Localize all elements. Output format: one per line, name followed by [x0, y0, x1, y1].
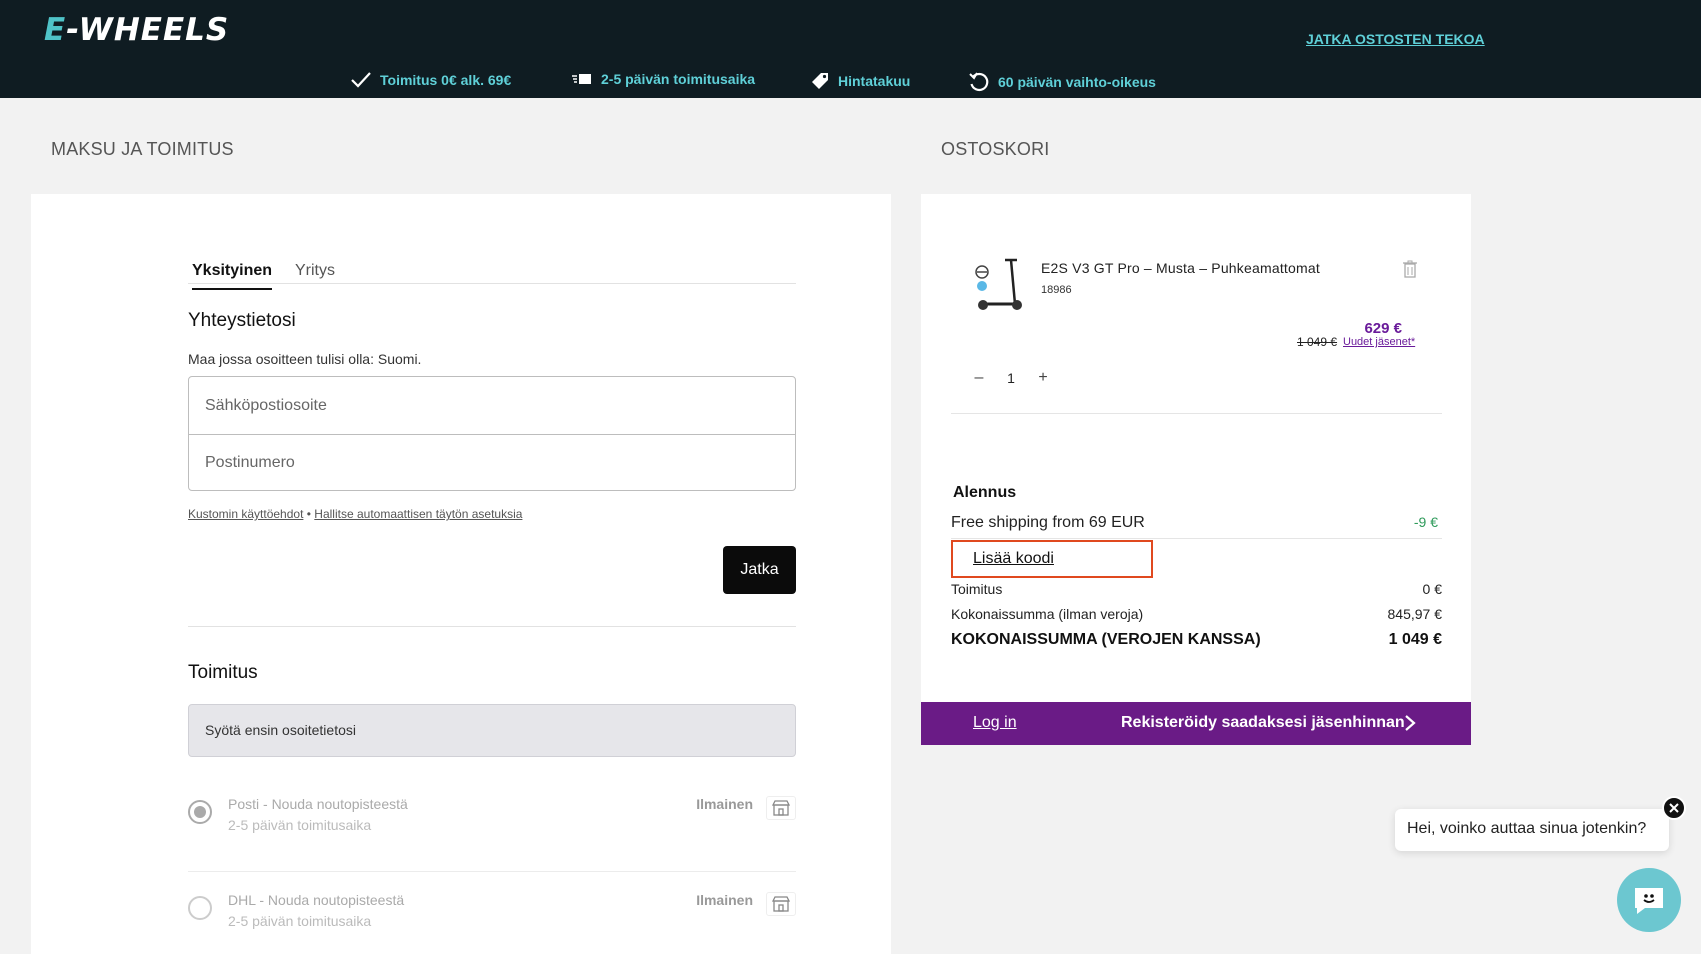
usp-return-policy: 60 päivän vaihto-oikeus — [968, 71, 1156, 93]
add-discount-code-link[interactable]: Lisää koodi — [973, 550, 1054, 567]
tab-company[interactable]: Yritys — [295, 262, 335, 288]
option-divider — [188, 871, 796, 872]
shipping-option-dhl[interactable]: DHL - Nouda noutopisteestä 2-5 päivän to… — [188, 892, 796, 952]
shipping-radio[interactable] — [188, 896, 212, 920]
shipping-option-time: 2-5 päivän toimitusaika — [228, 913, 372, 929]
chat-greeting-bubble[interactable]: Hei, voinko auttaa sinua jotenkin? — [1395, 809, 1669, 851]
store-icon — [766, 892, 796, 916]
usp-delivery-time: 2-5 päivän toimitusaika — [571, 71, 755, 87]
email-field[interactable] — [189, 377, 795, 434]
shipping-option-posti[interactable]: Posti - Nouda noutopisteestä 2-5 päivän … — [188, 796, 796, 856]
checkmark-icon — [351, 72, 371, 88]
logo[interactable]: E-WHEELS — [44, 12, 229, 48]
contact-fields — [188, 376, 796, 491]
legal-separator: • — [306, 507, 311, 521]
quantity-stepper: – 1 + — [967, 366, 1055, 390]
shipping-option-name: Posti - Nouda noutopisteestä — [228, 796, 408, 812]
login-link[interactable]: Log in — [973, 714, 1017, 732]
chat-launcher-button[interactable] — [1617, 868, 1681, 932]
cart-section-title: OSTOSKORI — [941, 139, 1050, 159]
member-price: 629 € — [1364, 320, 1402, 337]
product-name[interactable]: E2S V3 GT Pro – Musta – Puhkeamattomat — [1041, 260, 1320, 276]
payment-section-title: MAKSU JA TOIMITUS — [51, 139, 234, 159]
total-value: 1 049 € — [1388, 631, 1442, 648]
tab-private[interactable]: Yksityinen — [192, 262, 273, 290]
country-note: Maa jossa osoitteen tulisi olla: Suomi. — [188, 351, 422, 367]
delivery-truck-icon — [572, 74, 591, 84]
discount-divider — [951, 538, 1442, 539]
price-tag-icon — [812, 73, 828, 89]
product-sku: 18986 — [1041, 284, 1072, 296]
discount-heading: Alennus — [953, 484, 1017, 501]
site-header: E-WHEELS JATKA OSTOSTEN TEKOA Toimitus 0… — [0, 0, 1701, 98]
register-link[interactable]: Rekisteröidy saadaksesi jäsenhinnan — [1121, 714, 1405, 732]
quantity-decrease-button[interactable]: – — [967, 366, 991, 390]
new-members-link[interactable]: Uudet jäsenet* — [1343, 336, 1415, 348]
shipping-option-time: 2-5 päivän toimitusaika — [228, 817, 372, 833]
continue-shopping-link[interactable]: JATKA OSTOSTEN TEKOA — [1306, 31, 1485, 47]
scooter-product-image[interactable] — [973, 256, 1025, 312]
cart-card: E2S V3 GT Pro – Musta – Puhkeamattomat 1… — [921, 194, 1471, 702]
subtotal-label: Kokonaissumma (ilman veroja) — [951, 606, 1144, 622]
section-divider — [188, 626, 796, 627]
contact-heading: Yhteystietosi — [188, 310, 296, 331]
shipping-cost-label: Toimitus — [951, 581, 1003, 597]
shipping-cost-row: Toimitus 0 € — [951, 581, 1442, 597]
free-shipping-label: Free shipping from 69 EUR — [951, 514, 1145, 531]
quantity-value[interactable]: 1 — [991, 370, 1031, 386]
add-code-highlight: Lisää koodi — [951, 540, 1153, 578]
original-price: 1 049 € — [1297, 335, 1338, 349]
chat-face-icon — [1635, 888, 1663, 914]
usp-price-guarantee: Hintatakuu — [810, 71, 910, 91]
quantity-increase-button[interactable]: + — [1031, 366, 1055, 390]
checkout-form-card: Yksityinen Yritys Yhteystietosi Maa joss… — [31, 194, 891, 954]
cart-divider — [951, 413, 1442, 414]
close-icon[interactable] — [1662, 796, 1686, 820]
free-shipping-value: -9 € — [1413, 514, 1438, 530]
store-icon — [766, 796, 796, 820]
shipping-cost-value: 0 € — [1422, 581, 1442, 597]
return-arrow-icon — [969, 72, 989, 92]
delivery-info-box: Syötä ensin osoitetietosi — [188, 704, 796, 757]
chevron-right-icon[interactable] — [1404, 714, 1416, 732]
legal-links: Kustomin käyttöehdot • Hallitse automaat… — [188, 507, 522, 521]
autofill-settings-link[interactable]: Hallitse automaattisen täytön asetuksia — [314, 507, 522, 521]
shipping-radio[interactable] — [188, 800, 212, 824]
customer-type-tabs: Yksityinen Yritys — [188, 254, 796, 290]
continue-button[interactable]: Jatka — [723, 546, 796, 594]
total-label: KOKONAISSUMMA (VEROJEN KANSSA) — [951, 631, 1261, 648]
free-shipping-discount-row: Free shipping from 69 EUR -9 € — [951, 514, 1442, 532]
shipping-option-name: DHL - Nouda noutopisteestä — [228, 892, 405, 908]
shipping-option-price: Ilmainen — [696, 796, 753, 812]
member-promo-bar: Log in Rekisteröidy saadaksesi jäsenhinn… — [921, 702, 1471, 745]
usp-free-shipping: Toimitus 0€ alk. 69€ — [350, 71, 511, 89]
total-row: KOKONAISSUMMA (VEROJEN KANSSA) 1 049 € — [951, 631, 1442, 649]
subtotal-row: Kokonaissumma (ilman veroja) 845,97 € — [951, 606, 1442, 622]
terms-link[interactable]: Kustomin käyttöehdot — [188, 507, 303, 521]
subtotal-value: 845,97 € — [1387, 606, 1443, 622]
shipping-option-price: Ilmainen — [696, 892, 753, 908]
trash-icon[interactable] — [1402, 260, 1418, 278]
postal-code-field[interactable] — [189, 434, 795, 491]
delivery-heading: Toimitus — [188, 662, 258, 683]
